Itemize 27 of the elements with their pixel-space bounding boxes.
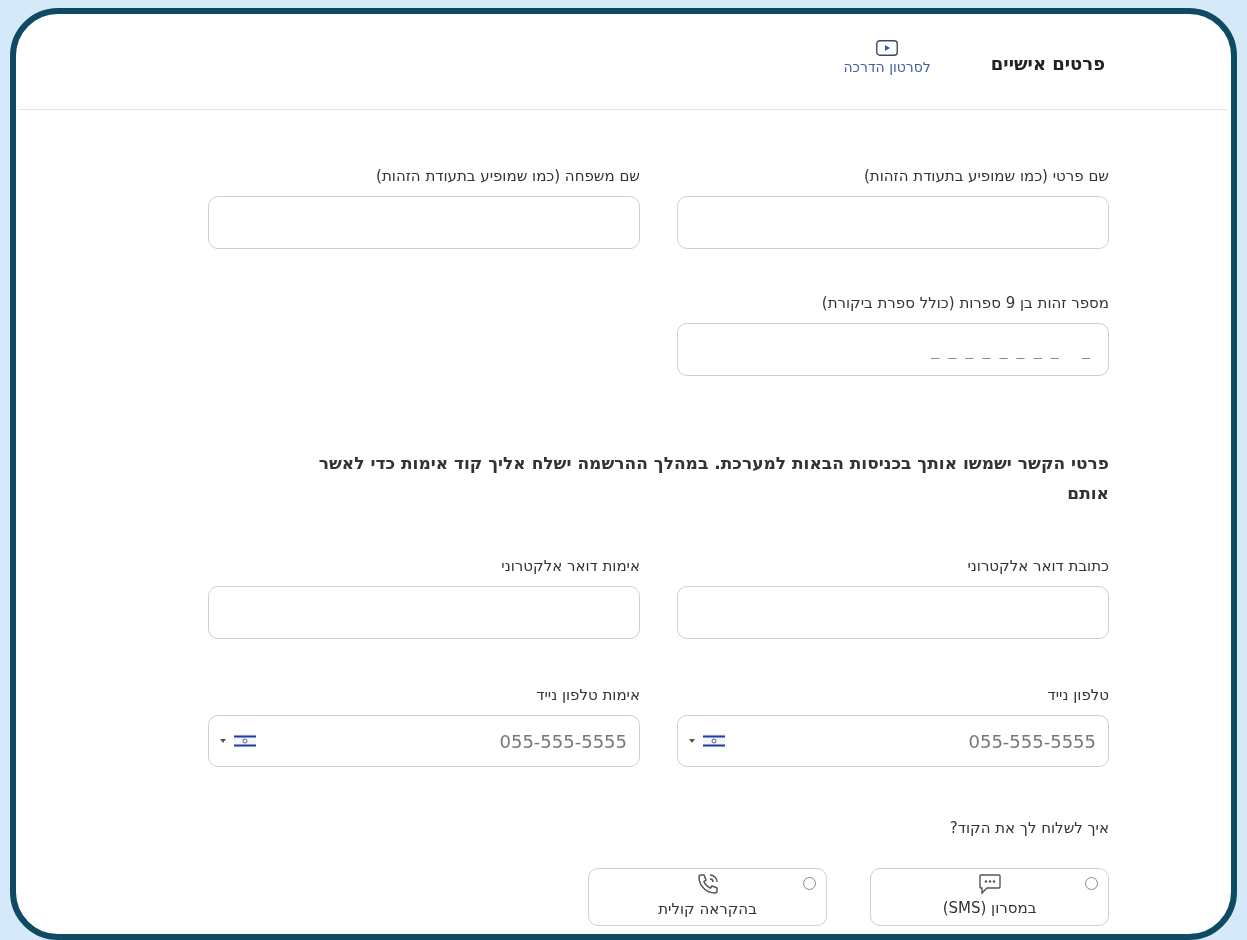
field-label: אימות דואר אלקטרוני xyxy=(500,556,640,576)
field-label: אימות טלפון נייד xyxy=(535,685,640,705)
caret-icon[interactable] xyxy=(220,739,226,743)
input-field[interactable] xyxy=(677,586,1109,639)
input-field[interactable] xyxy=(677,196,1109,249)
delivery-option[interactable]: במסרון (SMS) xyxy=(870,867,1109,926)
field-label: כתובת דואר אלקטרוני xyxy=(966,556,1109,576)
flag-icon xyxy=(703,734,725,748)
field-label: טלפון נייד xyxy=(1046,685,1109,705)
delivery-option[interactable]: בהקראה קולית xyxy=(588,867,827,926)
caret-icon[interactable] xyxy=(689,739,695,743)
phone-call-icon xyxy=(695,872,720,897)
flag-icon xyxy=(234,734,256,748)
phone-field[interactable]: 055-555-5555 xyxy=(208,715,640,767)
play-icon xyxy=(876,40,899,56)
field-label: מספר זהות בן 9 ספרות (כולל ספרת ביקורת) xyxy=(820,293,1109,313)
contact-note: פרטי הקשר ישמשו אותך בכניסות הבאות למערכת. במהלך ההרשמה ישלח אליך קוד אימות כדי לאשר אותם xyxy=(317,452,1109,505)
tutorial-video-link[interactable]: לסרטון הדרכה xyxy=(843,40,931,78)
field-label: שם פרטי (כמו שמופיע בתעודת הזהות) xyxy=(862,166,1109,186)
field-label: שם משפחה (כמו שמופיע בתעודת הזהות) xyxy=(375,166,640,186)
input-field[interactable]: _ _ _ _ _ _ _ _ _ xyxy=(677,323,1109,376)
phone-field[interactable]: 055-555-5555 xyxy=(677,715,1109,767)
input-field[interactable] xyxy=(208,586,640,639)
page-title: פרטים אישיים xyxy=(990,52,1105,76)
code-question: איך לשלוח לך את הקוד? xyxy=(948,818,1109,839)
chat-bubble-icon xyxy=(977,873,1002,896)
input-field[interactable] xyxy=(208,196,640,249)
